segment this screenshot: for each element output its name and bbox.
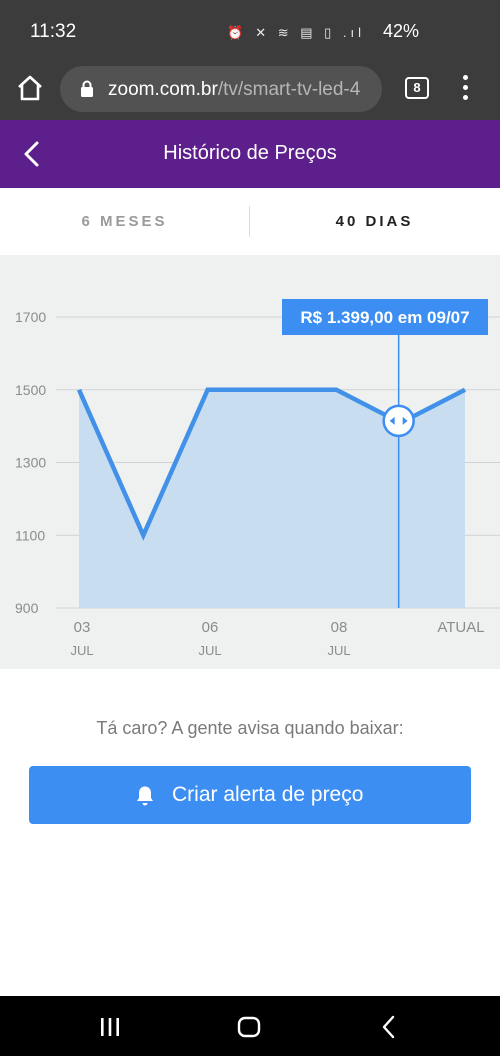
back-nav-icon[interactable] — [376, 1014, 402, 1040]
x-tick-label: 03 — [74, 619, 91, 636]
page-title: Histórico de Preços — [163, 142, 337, 164]
x-tick-label: ATUAL — [437, 619, 484, 636]
alert-hint-text: Tá caro? A gente avisa quando baixar: — [96, 718, 404, 738]
x-tick-label: 08 — [331, 619, 348, 636]
status-system-icons: ⏰ ✕ ≋ ▤ ▯ .ıl — [227, 25, 365, 40]
x-tick-month-label: JUL — [198, 643, 221, 658]
selection-handle — [382, 404, 415, 438]
home-nav-icon[interactable] — [236, 1014, 262, 1040]
create-price-alert-button[interactable]: Criar alerta de preço — [29, 766, 471, 824]
tab-6-meses[interactable]: 6 MESES — [0, 188, 249, 255]
app-header: Histórico de Preços — [0, 120, 500, 188]
create-alert-label: Criar alerta de preço — [172, 783, 364, 806]
y-tick-label: 1500 — [15, 382, 46, 398]
period-tabs: 6 MESES 40 DIAS — [0, 188, 500, 255]
tab-switcher-button[interactable]: 8 — [405, 77, 429, 99]
system-nav-bar — [0, 996, 500, 1056]
browser-toolbar: zoom.com.br/tv/smart-tv-led-4 8 — [0, 60, 500, 120]
y-tick-label: 1700 — [15, 309, 46, 325]
status-time: 11:32 — [30, 21, 77, 42]
x-tick-month-label: JUL — [70, 643, 93, 658]
tab-40-dias[interactable]: 40 DIAS — [250, 188, 499, 255]
status-bar: 11:32 ⏰ ✕ ≋ ▤ ▯ .ıl 42% — [0, 0, 500, 60]
lock-icon — [81, 80, 93, 97]
url-text: zoom.com.br/tv/smart-tv-led-4 — [108, 79, 361, 100]
bell-icon — [137, 786, 153, 806]
home-icon[interactable] — [14, 72, 46, 104]
browser-menu-icon[interactable] — [458, 75, 472, 101]
x-tick-month-label: JUL — [327, 643, 350, 658]
y-tick-label: 1300 — [15, 455, 46, 471]
price-chart-svg[interactable]: 1700 1500 1300 1100 900 R$ 1.399,00 em 09/07 0… — [0, 255, 500, 669]
y-tick-label: 900 — [15, 600, 39, 616]
y-tick-label: 1100 — [15, 527, 45, 543]
x-tick-label: 06 — [202, 619, 219, 636]
battery-level: 42% — [382, 21, 419, 41]
recent-apps-icon[interactable] — [97, 1014, 123, 1040]
address-bar[interactable]: zoom.com.br/tv/smart-tv-led-4 — [60, 66, 382, 112]
price-history-chart: 1700 1500 1300 1100 900 R$ 1.399,00 em 09/07 0… — [0, 255, 500, 669]
price-tooltip-text: R$ 1.399,00 em 09/07 — [300, 308, 469, 327]
